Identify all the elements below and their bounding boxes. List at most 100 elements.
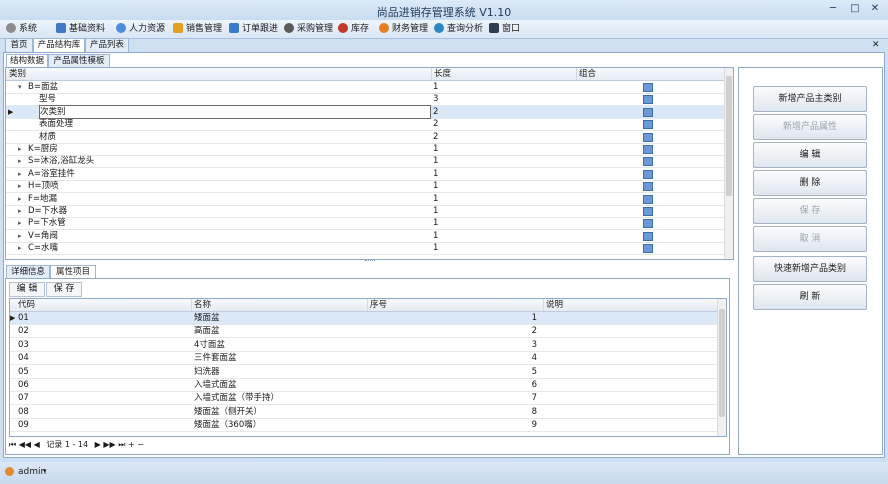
column-header-combination[interactable]: 组合 xyxy=(576,68,724,80)
tab-product-structure[interactable]: 产品结构库 xyxy=(33,38,85,52)
tree-row[interactable]: ▸ D=下水器 1 xyxy=(6,205,724,218)
menu-window[interactable]: 窗口 xyxy=(489,22,520,36)
tab-attribute-items[interactable]: 属性项目 xyxy=(50,265,96,279)
menu-order-tracking[interactable]: 订单跟进 xyxy=(229,22,278,36)
column-header-code[interactable]: 代码 xyxy=(15,299,192,311)
tree-row[interactable]: ▸ H=顶喷 1 xyxy=(6,180,724,194)
column-header-category[interactable]: 类别 xyxy=(6,68,432,80)
expand-toggle-icon[interactable]: ▸ xyxy=(18,193,22,205)
prev-record-button[interactable]: ◀ xyxy=(34,440,40,449)
attribute-row[interactable]: 05 妇洗器 5 xyxy=(10,366,717,379)
last-record-button[interactable]: ⏭ xyxy=(118,440,125,449)
combination-icon[interactable] xyxy=(643,219,653,229)
attr-code: 03 xyxy=(18,339,29,350)
menu-hr[interactable]: 人力资源 xyxy=(116,22,165,36)
refresh-button[interactable]: 刷 新 xyxy=(753,284,867,310)
save-button[interactable]: 保 存 xyxy=(753,198,867,224)
combination-icon[interactable] xyxy=(643,169,653,179)
expand-toggle-icon[interactable]: ▾ xyxy=(18,81,22,93)
quick-add-category-button[interactable]: 快速新增产品类别 xyxy=(753,256,867,282)
add-main-category-button[interactable]: 新增产品主类别 xyxy=(753,86,867,112)
expand-toggle-icon[interactable]: ▸ xyxy=(18,180,22,192)
next-record-button[interactable]: ▶ xyxy=(95,440,101,449)
tree-scrollbar[interactable] xyxy=(724,68,733,259)
close-button[interactable]: ✕ xyxy=(864,2,886,16)
tab-product-list[interactable]: 产品列表 xyxy=(85,38,129,52)
close-tab-icon[interactable]: ✕ xyxy=(872,40,880,50)
menu-query-analysis[interactable]: 查询分析 xyxy=(434,22,483,36)
maximize-button[interactable]: □ xyxy=(844,2,866,16)
menu-system[interactable]: 系统 xyxy=(6,22,37,36)
tab-attribute-template[interactable]: 产品属性模板 xyxy=(48,54,110,68)
attribute-row[interactable]: 09 矮面盆（360嘴） 9 xyxy=(10,419,717,433)
tree-row[interactable]: 表面处理 2 xyxy=(6,118,724,132)
tab-home[interactable]: 首页 xyxy=(5,38,33,52)
attribute-row[interactable]: 02 高面盆 2 xyxy=(10,325,717,339)
attribute-row[interactable]: 03 4寸面盆 3 xyxy=(10,339,717,352)
tab-structure-data[interactable]: 结构数据 xyxy=(6,54,48,68)
menu-inventory[interactable]: 库存 xyxy=(338,22,369,36)
menu-sales[interactable]: 销售管理 xyxy=(173,22,222,36)
attribute-scrollbar-thumb[interactable] xyxy=(719,309,725,417)
combination-icon[interactable] xyxy=(643,95,653,105)
first-record-button[interactable]: ⏮ xyxy=(9,440,16,449)
save-attr-button[interactable]: 保 存 xyxy=(46,282,82,297)
tree-row[interactable]: ▸ A=浴室挂件 1 xyxy=(6,168,724,181)
menu-purchasing[interactable]: 采购管理 xyxy=(284,22,333,36)
column-header-name[interactable]: 名称 xyxy=(191,299,368,311)
column-header-length[interactable]: 长度 xyxy=(431,68,577,80)
combination-icon[interactable] xyxy=(643,132,653,142)
expand-toggle-icon[interactable]: ▸ xyxy=(18,217,22,229)
current-user[interactable]: admin xyxy=(18,467,46,477)
prev-page-button[interactable]: ◀◀ xyxy=(19,440,31,449)
combination-icon[interactable] xyxy=(643,157,653,167)
expand-toggle-icon[interactable]: ▸ xyxy=(18,242,22,254)
add-record-button[interactable]: + xyxy=(128,440,135,449)
splitter-handle[interactable] xyxy=(365,260,375,264)
add-product-attribute-button[interactable]: 新增产品属性 xyxy=(753,114,867,140)
combination-icon[interactable] xyxy=(643,145,653,154)
attribute-row[interactable]: ▶ 01 矮面盆 1 xyxy=(10,312,717,325)
attribute-row[interactable]: 07 入墙式面盆（带手持） 7 xyxy=(10,392,717,406)
expand-toggle-icon[interactable]: ▸ xyxy=(18,168,22,180)
combination-icon[interactable] xyxy=(643,182,653,192)
attribute-scrollbar[interactable] xyxy=(717,299,726,436)
tree-row[interactable]: ▸ F=地漏 1 xyxy=(6,193,724,206)
attribute-row[interactable]: 08 矮面盆（侧开关） 8 xyxy=(10,406,717,419)
tree-scrollbar-thumb[interactable] xyxy=(726,76,732,196)
tree-row[interactable]: ▸ S=沐浴,浴缸龙头 1 xyxy=(6,155,724,169)
combination-icon[interactable] xyxy=(643,120,653,130)
edit-attr-button[interactable]: 编 辑 xyxy=(9,282,45,297)
tree-row[interactable]: ▸ C=水嘴 1 xyxy=(6,242,724,256)
expand-toggle-icon[interactable]: ▸ xyxy=(18,155,22,167)
column-header-seq[interactable]: 序号 xyxy=(367,299,544,311)
column-header-note[interactable]: 说明 xyxy=(543,299,716,311)
delete-record-button[interactable]: − xyxy=(137,440,144,449)
tree-row[interactable]: ▾ B=面盆 1 xyxy=(6,81,724,94)
tree-row[interactable]: 材质 2 xyxy=(6,131,724,144)
menu-finance[interactable]: 财务管理 xyxy=(379,22,428,36)
tree-row[interactable]: ▸ P=下水管 1 xyxy=(6,217,724,231)
delete-button[interactable]: 删 除 xyxy=(753,170,867,196)
next-page-button[interactable]: ▶▶ xyxy=(103,440,115,449)
combination-icon[interactable] xyxy=(643,83,653,92)
expand-toggle-icon[interactable]: ▸ xyxy=(18,143,22,155)
expand-toggle-icon[interactable]: ▸ xyxy=(18,205,22,217)
tree-row[interactable]: ▸ V=角阀 1 xyxy=(6,230,724,243)
expand-toggle-icon[interactable]: ▸ xyxy=(18,230,22,242)
tree-row[interactable]: ▶ 次类别 2 xyxy=(6,104,724,119)
attribute-row[interactable]: 06 入墙式面盆 6 xyxy=(10,379,717,392)
minimize-button[interactable]: ─ xyxy=(822,2,844,16)
cancel-button[interactable]: 取 消 xyxy=(753,226,867,252)
combination-icon[interactable] xyxy=(643,107,653,117)
combination-icon[interactable] xyxy=(643,244,653,254)
edit-button[interactable]: 编 辑 xyxy=(753,142,867,168)
attribute-row[interactable]: 04 三件套面盆 4 xyxy=(10,352,717,366)
menu-basic-data[interactable]: 基础资料 xyxy=(56,22,105,36)
tree-row[interactable]: ▸ K=厨房 1 xyxy=(6,143,724,156)
combination-icon[interactable] xyxy=(643,194,653,204)
chevron-down-icon[interactable]: ▾ xyxy=(43,467,47,475)
combination-icon[interactable] xyxy=(643,231,653,241)
combination-icon[interactable] xyxy=(643,207,653,216)
tab-detail-info[interactable]: 详细信息 xyxy=(6,265,50,279)
